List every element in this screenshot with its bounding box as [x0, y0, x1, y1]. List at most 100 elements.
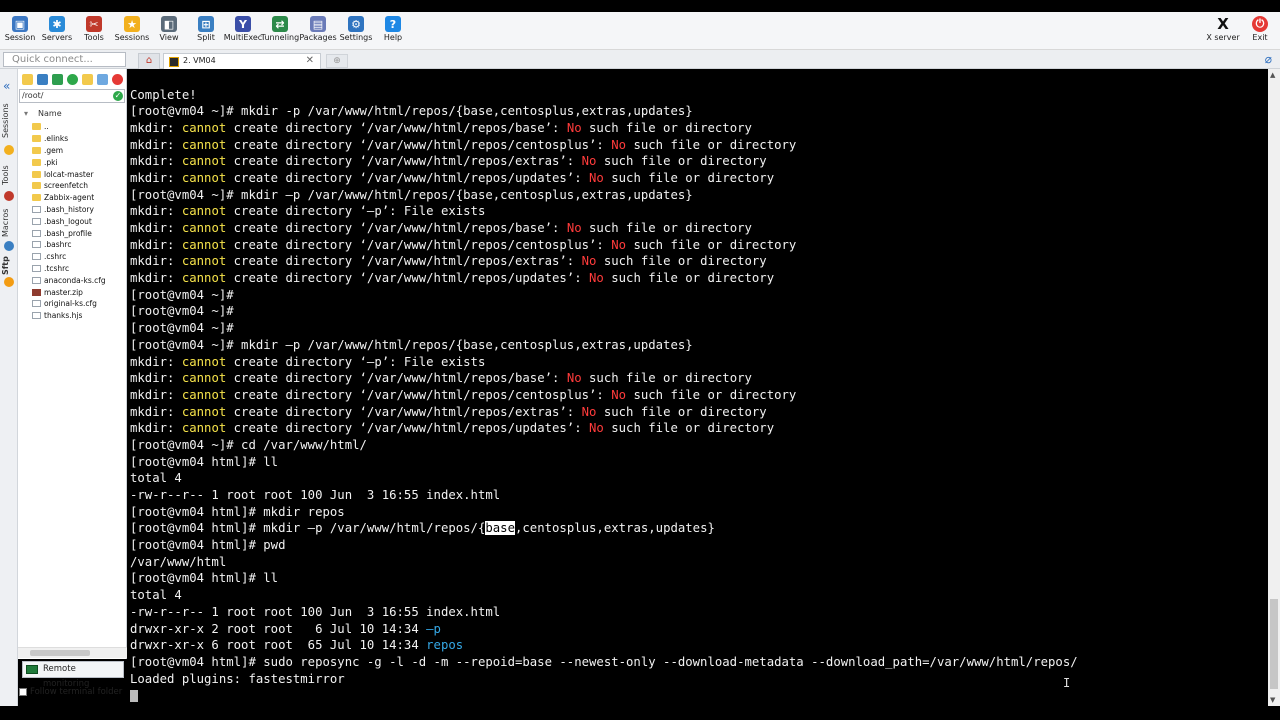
terminal-text: mkdir:	[130, 254, 182, 269]
new-folder-icon[interactable]	[82, 74, 93, 85]
terminal-text: create directory ‘/var/www/html/repos/ba…	[226, 221, 567, 235]
terminal-text: No	[589, 170, 604, 185]
toolbar-tunneling-button[interactable]: ⇄ Tunneling	[260, 14, 300, 48]
toolbar-packages-button[interactable]: ▤ Packages	[298, 14, 338, 48]
terminal-text: mkdir:	[130, 221, 182, 235]
follow-terminal-checkbox[interactable]: Follow terminal folder	[18, 684, 128, 700]
terminal-text: cannot	[181, 154, 227, 169]
terminal-text: create directory ‘/var/www/html/repos/ba…	[226, 120, 567, 135]
toolbar-sessions-button[interactable]: ★ Sessions	[112, 14, 152, 48]
toolbar-help-button[interactable]: ? Help	[373, 14, 413, 48]
file-list-item[interactable]: original-ks.cfg	[32, 298, 125, 310]
toolbar-session-button[interactable]: ▣ Session	[0, 14, 40, 48]
toolbar-label: View	[159, 33, 179, 42]
quick-connect-input[interactable]: Quick connect...	[3, 52, 126, 67]
scroll-thumb[interactable]	[1270, 599, 1278, 689]
home-tab[interactable]: ⌂	[138, 53, 160, 69]
close-icon[interactable]: ✕	[306, 55, 314, 66]
file-list-item[interactable]: .bash_history	[32, 204, 125, 216]
side-tab-sessions[interactable]: Sessions	[1, 101, 17, 141]
terminal-text: No	[589, 271, 604, 286]
terminal-text: total 4	[130, 588, 182, 603]
terminal-text: such file or directory	[603, 170, 775, 185]
side-tab-sftp[interactable]: Sftp	[1, 255, 17, 277]
file-list-item[interactable]: .cshrc	[32, 251, 125, 263]
toolbar-servers-button[interactable]: ✱ Servers	[37, 14, 77, 48]
exit-button[interactable]: ⏻ Exit	[1240, 14, 1280, 48]
side-tab-tools[interactable]: Tools	[1, 161, 17, 189]
name-column-label: Name	[38, 109, 62, 118]
collapse-arrow-icon[interactable]: «	[3, 79, 10, 93]
file-list-item[interactable]: .bash_logout	[32, 215, 125, 227]
terminal-text: [root@vm04 ~]# cd /var/www/html/	[130, 437, 367, 452]
scroll-down-icon[interactable]: ▼	[1270, 696, 1275, 704]
upload-icon[interactable]	[52, 74, 63, 85]
file-list-item[interactable]: .elinks	[32, 133, 125, 145]
file-list-item[interactable]: master.zip	[32, 286, 125, 298]
toolbar-split-button[interactable]: ⊞ Split	[186, 14, 226, 48]
tab-title: 2. VM04	[183, 56, 216, 65]
terminal-text: [root@vm04 ~]#	[130, 304, 234, 319]
new-tab-button[interactable]: ⊕	[326, 54, 348, 68]
terminal-line: Loaded plugins: fastestmirror	[130, 671, 1078, 688]
terminal-text: mkdir:	[130, 204, 182, 219]
tab-vm04[interactable]: 2. VM04 ✕	[163, 53, 321, 69]
toolbar-settings-button[interactable]: ⚙ Settings	[336, 14, 376, 48]
file-list-item[interactable]: .bashrc	[32, 239, 125, 251]
file-list-item[interactable]: thanks.hjs	[32, 310, 125, 322]
file-name: .bash_history	[44, 204, 94, 214]
terminal-line: total 4	[130, 587, 1078, 604]
file-list-item[interactable]: .bash_profile	[32, 227, 125, 239]
side-tab-macros[interactable]: Macros	[1, 205, 17, 241]
follow-terminal-label: Follow terminal folder	[30, 687, 123, 697]
file-list-item[interactable]: .gem	[32, 145, 125, 157]
delete-icon[interactable]	[112, 74, 123, 85]
toolbar-multiexec-button[interactable]: Y MultiExec	[223, 14, 263, 48]
sftp-horizontal-scrollbar[interactable]	[18, 647, 127, 658]
terminal-text: such file or directory	[581, 120, 752, 135]
terminal-text: cannot	[181, 204, 227, 219]
file-list-item[interactable]: lolcat-master	[32, 168, 125, 180]
attach-icon[interactable]: ⌀	[1265, 52, 1272, 66]
sftp-path-input[interactable]: /root/ ✓	[19, 89, 125, 103]
scroll-thumb[interactable]	[30, 650, 90, 656]
file-list-item[interactable]: Zabbix-agent	[32, 192, 125, 204]
file-list-item[interactable]: .pki	[32, 156, 125, 168]
name-column-header[interactable]: ▾ Name	[24, 109, 62, 118]
folder-icon	[32, 170, 41, 178]
checkbox-box[interactable]	[19, 688, 27, 696]
terminal-text: mkdir:	[130, 354, 182, 369]
file-icon	[32, 276, 41, 284]
toolbar-view-button[interactable]: ◧ View	[149, 14, 189, 48]
new-file-icon[interactable]	[97, 74, 108, 85]
toolbar-tools-button[interactable]: ✂ Tools	[74, 14, 114, 48]
file-list-item[interactable]: anaconda-ks.cfg	[32, 274, 125, 286]
toolbar-label: Servers	[41, 33, 73, 42]
download-icon[interactable]	[37, 74, 48, 85]
xserver-button[interactable]: X X server	[1203, 14, 1243, 48]
terminal-text: cannot	[181, 404, 227, 419]
terminal-text: [root@vm04 html]# pwd	[130, 538, 286, 553]
macro-icon	[4, 241, 14, 251]
file-list-item[interactable]: screenfetch	[32, 180, 125, 192]
checkmark-icon[interactable]: ✓	[113, 91, 123, 101]
folder-up-icon[interactable]	[22, 74, 33, 85]
terminal-pane[interactable]: Complete! [root@vm04 ~]# mkdir -p /var/ww…	[128, 69, 1268, 706]
terminal-text: such file or directory	[626, 237, 797, 252]
terminal-line: -rw-r--r-- 1 root root 100 Jun 3 16:55 i…	[130, 487, 1078, 504]
terminal-cursor	[130, 689, 138, 702]
terminal-text: [root@vm04 ~]# mkdir –p /var/www/html/re…	[130, 187, 693, 202]
terminal-vertical-scrollbar[interactable]: ▲ ▼	[1268, 69, 1280, 706]
terminal-text: [root@vm04 ~]# mkdir -p /var/www/html/re…	[130, 104, 693, 119]
file-name: Zabbix-agent	[44, 193, 95, 203]
file-list-item[interactable]: ..	[32, 121, 125, 133]
remote-monitoring-button[interactable]: Remote monitoring	[22, 661, 124, 689]
scroll-up-icon[interactable]: ▲	[1270, 71, 1275, 79]
terminal-text: mkdir:	[130, 371, 182, 386]
terminal-line: [root@vm04 ~]# cd /var/www/html/	[130, 437, 1078, 454]
terminal-text: create directory ‘/var/www/html/repos/ce…	[226, 387, 612, 402]
refresh-icon[interactable]	[67, 74, 78, 85]
file-list-item[interactable]: .tcshrc	[32, 263, 125, 275]
file-icon	[32, 300, 41, 308]
terminal-text: -rw-r--r-- 1 root root 100 Jun 3 16:55 i…	[130, 604, 501, 619]
